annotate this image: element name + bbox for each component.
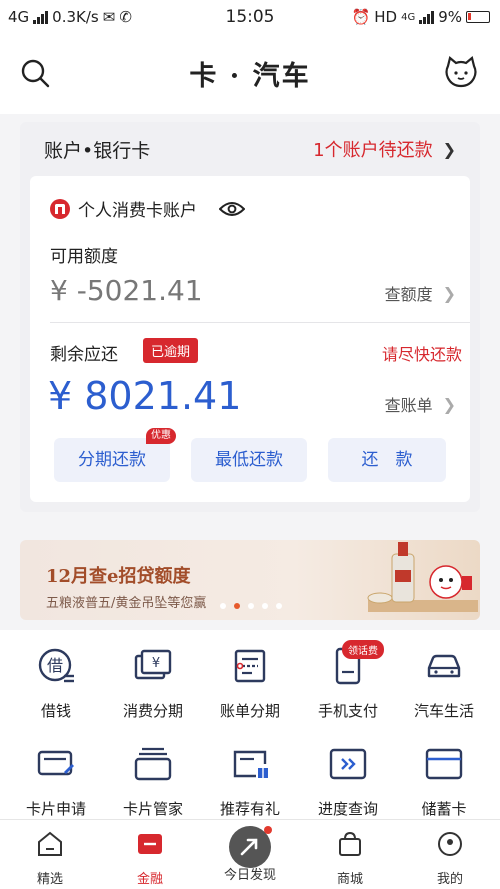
nav-label: 商城 (336, 872, 363, 887)
grid-item-bill-installment[interactable]: 账单分期 (200, 646, 300, 721)
carousel-dot (276, 603, 282, 609)
promo-badge: 优惠 (146, 428, 176, 444)
status-bar: 4G 0.3K/s ✉ ✆ 15:05 ⏰ HD 4G 9% (0, 0, 500, 34)
bottom-nav: 精选 金融 今日发现 商城 我的 (0, 819, 500, 889)
shop-icon (339, 831, 361, 856)
banner-title: 12月查e招贷额度 (46, 566, 191, 587)
repay-label: 还 款 (361, 450, 413, 470)
remaining-amount: ¥ 8021.41 (48, 374, 242, 418)
check-limit-text: 查额度 (384, 285, 433, 304)
grid-item-card-apply[interactable]: 卡片申请 (6, 744, 106, 819)
available-limit-label: 可用额度 (50, 247, 118, 267)
battery-icon (466, 11, 490, 23)
nav-item-mine[interactable]: 我的 (400, 830, 500, 887)
nav-label: 精选 (36, 872, 63, 887)
home-icon (38, 831, 62, 856)
grid-label: 消费分期 (122, 702, 183, 720)
liquor-gift-illustration (367, 542, 478, 612)
grid-item-car-life[interactable]: 汽车生活 (394, 646, 494, 721)
grid-label: 进度查询 (317, 800, 378, 818)
carousel-dot (248, 603, 254, 609)
consumer-installment-icon: ¥ (134, 649, 172, 680)
nav-item-finance[interactable]: 金融 (100, 830, 200, 887)
cat-mascot-icon[interactable] (444, 56, 478, 88)
mobile-pay-tag: 领话费 (342, 640, 384, 659)
notification-dot (264, 826, 272, 834)
carousel-dot (262, 603, 268, 609)
grid-item-consumer-installment[interactable]: ¥ 消费分期 (103, 646, 203, 721)
bank-logo-icon (50, 198, 70, 219)
function-grid: 借 借钱 ¥ 消费分期 账单分期 手机支付 领话费 汽车生活 卡片申请 卡片管家… (0, 630, 500, 820)
nav-label: 我的 (436, 872, 463, 887)
promo-banner[interactable]: 12月查e招贷额度 五粮液普五/黄金吊坠等您赢 (20, 540, 480, 620)
alarm-icon: ⏰ (351, 8, 371, 26)
eye-icon[interactable] (219, 200, 245, 218)
account-name: 个人消费卡账户 (78, 201, 197, 221)
profile-icon (438, 832, 462, 856)
banner-subtitle: 五粮液普五/黄金吊坠等您赢 (46, 596, 207, 611)
svg-text:借: 借 (47, 656, 63, 675)
grid-label: 汽车生活 (413, 702, 474, 720)
grid-label: 借钱 (40, 702, 71, 720)
chevron-right-icon: ❯ (442, 139, 456, 159)
account-section-title: 账户•银行卡 (44, 140, 151, 162)
finance-icon (138, 834, 162, 854)
grid-item-recommend-gift[interactable]: 推荐有礼 (200, 744, 300, 819)
grid-item-progress-query[interactable]: 进度查询 (298, 744, 398, 819)
available-amount: ¥ -5021.41 (50, 274, 203, 307)
grid-label: 卡片申请 (25, 800, 86, 818)
check-bill-text: 查账单 (384, 396, 433, 415)
nav-item-featured[interactable]: 精选 (0, 830, 100, 887)
grid-label: 账单分期 (219, 702, 280, 720)
carousel-dot (220, 603, 226, 609)
grid-label: 卡片管家 (122, 800, 183, 818)
page-header: 卡 · 汽车 (0, 34, 500, 114)
account-name-row: 个人消费卡账户 (50, 196, 245, 221)
carousel-dot-active (234, 603, 240, 609)
check-bill-link[interactable]: 查账单 ❯ (385, 392, 456, 416)
battery-text: 9% (438, 8, 462, 26)
due-notice-text: 1个账户待还款 (313, 140, 433, 161)
borrow-icon: 借 (38, 648, 74, 683)
chevron-right-icon: ❯ (442, 394, 456, 414)
urge-repay-text: 请尽快还款 (381, 345, 462, 364)
account-detail-panel: 个人消费卡账户 可用额度 ¥ -5021.41 查额度 ❯ 剩余应还 已逾期 请… (30, 176, 470, 502)
recommend-gift-icon (233, 750, 268, 778)
carousel-dots (220, 603, 282, 609)
check-limit-link[interactable]: 查额度 ❯ (385, 281, 456, 305)
svg-text:¥: ¥ (152, 656, 160, 671)
nav-label: 金融 (136, 872, 163, 887)
grid-item-card-manager[interactable]: 卡片管家 (103, 744, 203, 819)
grid-item-debit-card[interactable]: 储蓄卡 (394, 744, 494, 819)
grid-item-mobile-pay[interactable]: 手机支付 领话费 (298, 640, 398, 721)
repay-button[interactable]: 还 款 (328, 438, 446, 482)
account-card: 账户•银行卡 1个账户待还款 ❯ 个人消费卡账户 可用额度 ¥ -5021.41… (20, 122, 480, 512)
network2-label: 4G (401, 11, 416, 23)
minimum-repay-button[interactable]: 最低还款 (191, 438, 307, 482)
remaining-due-label: 剩余应还 (50, 345, 118, 365)
installment-repay-button[interactable]: 分期还款 优惠 (54, 428, 176, 482)
card-manager-icon (134, 747, 172, 781)
debit-card-icon (425, 748, 463, 780)
grid-label: 手机支付 (317, 702, 378, 720)
divider (50, 322, 470, 323)
car-icon (427, 654, 461, 678)
grid-item-borrow[interactable]: 借 借钱 (6, 646, 106, 721)
bill-installment-icon (234, 649, 266, 683)
signal2-icon (419, 10, 435, 24)
page-title: 卡 · 汽车 (189, 61, 311, 92)
nav-item-shop[interactable]: 商城 (300, 830, 400, 887)
installment-repay-label: 分期还款 (78, 450, 146, 470)
chevron-right-icon: ❯ (442, 283, 456, 303)
grid-label: 推荐有礼 (219, 800, 280, 818)
progress-query-icon (329, 748, 367, 780)
due-notice-link[interactable]: 1个账户待还款 ❯ (313, 136, 456, 162)
hd-label: HD (374, 8, 398, 26)
card-apply-icon (37, 750, 74, 776)
grid-label: 储蓄卡 (421, 800, 467, 818)
overdue-badge: 已逾期 (143, 338, 199, 363)
minimum-repay-label: 最低还款 (215, 450, 283, 470)
